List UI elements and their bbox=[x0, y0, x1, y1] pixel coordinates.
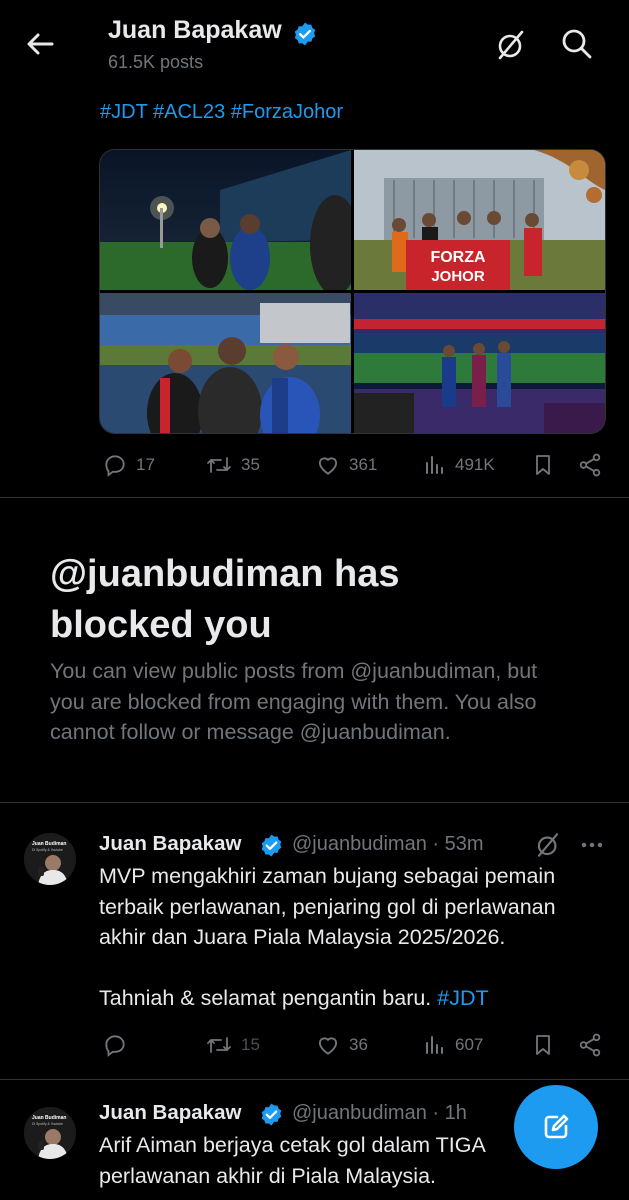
photo-3[interactable] bbox=[100, 293, 351, 433]
photo-4[interactable] bbox=[354, 293, 605, 433]
banner-johor: JOHOR bbox=[431, 268, 485, 285]
tweet-author-name[interactable]: Juan Bapakaw bbox=[99, 1101, 241, 1125]
reply-button[interactable]: 17 bbox=[102, 452, 155, 478]
like-button[interactable]: 36 bbox=[315, 1032, 368, 1058]
repost-count: 15 bbox=[241, 1035, 260, 1054]
tweet-actions: 15 36 607 bbox=[0, 1032, 629, 1062]
tweet-text: MVP mengakhiri zaman bujang sebagai pema… bbox=[99, 861, 619, 1014]
repost-button[interactable]: 35 bbox=[205, 452, 260, 478]
divider bbox=[0, 497, 629, 498]
tweet[interactable]: Juan Budiman Di Spotify & Youtube Juan B… bbox=[0, 803, 629, 1078]
avatar-subcaption: Di Spotify & Youtube bbox=[32, 848, 63, 852]
photo-1[interactable] bbox=[100, 150, 351, 290]
tweet-actions: 17 35 361 491K bbox=[0, 452, 629, 482]
photo-2[interactable]: FORZA JOHOR bbox=[354, 150, 605, 290]
view-count: 491K bbox=[455, 455, 495, 474]
blocked-title-line-2: blocked you bbox=[50, 604, 272, 646]
bookmark-icon bbox=[531, 452, 555, 478]
tweet-handle-time[interactable]: @juanbudiman · 1h bbox=[292, 1102, 467, 1125]
views-button[interactable]: 607 bbox=[423, 1032, 483, 1058]
tweet-text-part: Tahniah & selamat pengantin baru. bbox=[99, 986, 438, 1010]
verified-badge-icon bbox=[259, 1102, 284, 1127]
top-bar: Juan Bapakaw 61.5K posts bbox=[0, 0, 629, 90]
bookmark-icon bbox=[531, 1032, 555, 1058]
tweet-handle-time[interactable]: @juanbudiman · 53m bbox=[292, 833, 484, 856]
repost-icon bbox=[205, 1032, 233, 1058]
views-chart-icon bbox=[423, 452, 447, 478]
share-button[interactable] bbox=[577, 1032, 603, 1058]
tweet-hashtags[interactable]: #JDT #ACL23 #ForzaJohor bbox=[100, 101, 343, 124]
like-count: 361 bbox=[349, 455, 378, 474]
repost-icon bbox=[205, 452, 233, 478]
back-arrow-icon[interactable] bbox=[22, 26, 58, 62]
compose-pencil-icon bbox=[540, 1111, 572, 1143]
view-count: 607 bbox=[455, 1035, 484, 1054]
heart-icon bbox=[315, 1032, 341, 1058]
tweet-author-name[interactable]: Juan Bapakaw bbox=[99, 832, 241, 856]
grok-icon[interactable] bbox=[494, 28, 528, 62]
reply-icon bbox=[102, 1032, 128, 1058]
tweet-text-line: Tahniah & selamat pengantin baru. #JDT bbox=[99, 983, 619, 1014]
repost-button[interactable]: 15 bbox=[205, 1032, 260, 1058]
tweet-text-line: MVP mengakhiri zaman bujang sebagai pema… bbox=[99, 864, 556, 888]
like-count: 36 bbox=[349, 1035, 368, 1054]
share-icon bbox=[577, 1032, 603, 1058]
post-count: 61.5K posts bbox=[108, 52, 204, 72]
share-icon bbox=[577, 452, 603, 478]
avatar[interactable]: Juan Budiman Di Spotify & Youtube bbox=[24, 1107, 76, 1159]
grok-icon[interactable] bbox=[534, 831, 562, 859]
reply-icon bbox=[102, 452, 128, 478]
blocked-description-line-1: You can view public posts from @juanbudi… bbox=[50, 659, 538, 683]
repost-count: 35 bbox=[241, 455, 260, 474]
reply-button[interactable] bbox=[102, 1032, 128, 1058]
avatar-caption: Juan Budiman bbox=[32, 1115, 66, 1121]
heart-icon bbox=[315, 452, 341, 478]
tweet-text-line: akhir dan Juara Piala Malaysia 2025/2026… bbox=[99, 925, 506, 949]
like-button[interactable]: 361 bbox=[315, 452, 377, 478]
avatar[interactable]: Juan Budiman Di Spotify & Youtube bbox=[24, 833, 76, 885]
tweet-header: Juan Bapakaw @juanbudiman · 53m bbox=[99, 829, 619, 861]
blocked-title: @juanbudiman has blocked you bbox=[50, 549, 570, 651]
blocked-title-line-1: @juanbudiman has bbox=[50, 553, 400, 595]
avatar-caption: Juan Budiman bbox=[32, 841, 66, 847]
photo-grid[interactable]: FORZA JOHOR bbox=[99, 149, 606, 434]
avatar-subcaption: Di Spotify & Youtube bbox=[32, 1122, 63, 1126]
tweet-text-line: terbaik perlawanan, penjaring gol di per… bbox=[99, 894, 556, 919]
verified-badge-icon bbox=[292, 21, 318, 47]
verified-badge-icon bbox=[259, 833, 284, 858]
share-button[interactable] bbox=[577, 452, 603, 478]
compose-button[interactable] bbox=[514, 1085, 598, 1169]
profile-name: Juan Bapakaw bbox=[108, 16, 282, 44]
blocked-description-line-2: you are blocked from engaging with them.… bbox=[50, 689, 537, 714]
reply-count: 17 bbox=[136, 455, 155, 474]
views-button[interactable]: 491K bbox=[423, 452, 495, 478]
bookmark-button[interactable] bbox=[531, 1032, 555, 1058]
banner-forza: FORZA bbox=[430, 249, 486, 266]
hashtag-link[interactable]: #JDT bbox=[437, 986, 488, 1010]
blocked-description: You can view public posts from @juanbudi… bbox=[50, 656, 590, 748]
blocked-description-line-3: cannot follow or message @juanbudiman. bbox=[50, 720, 451, 744]
views-chart-icon bbox=[423, 1032, 447, 1058]
more-options-icon[interactable] bbox=[579, 833, 605, 857]
search-icon[interactable] bbox=[560, 27, 594, 61]
bookmark-button[interactable] bbox=[531, 452, 555, 478]
